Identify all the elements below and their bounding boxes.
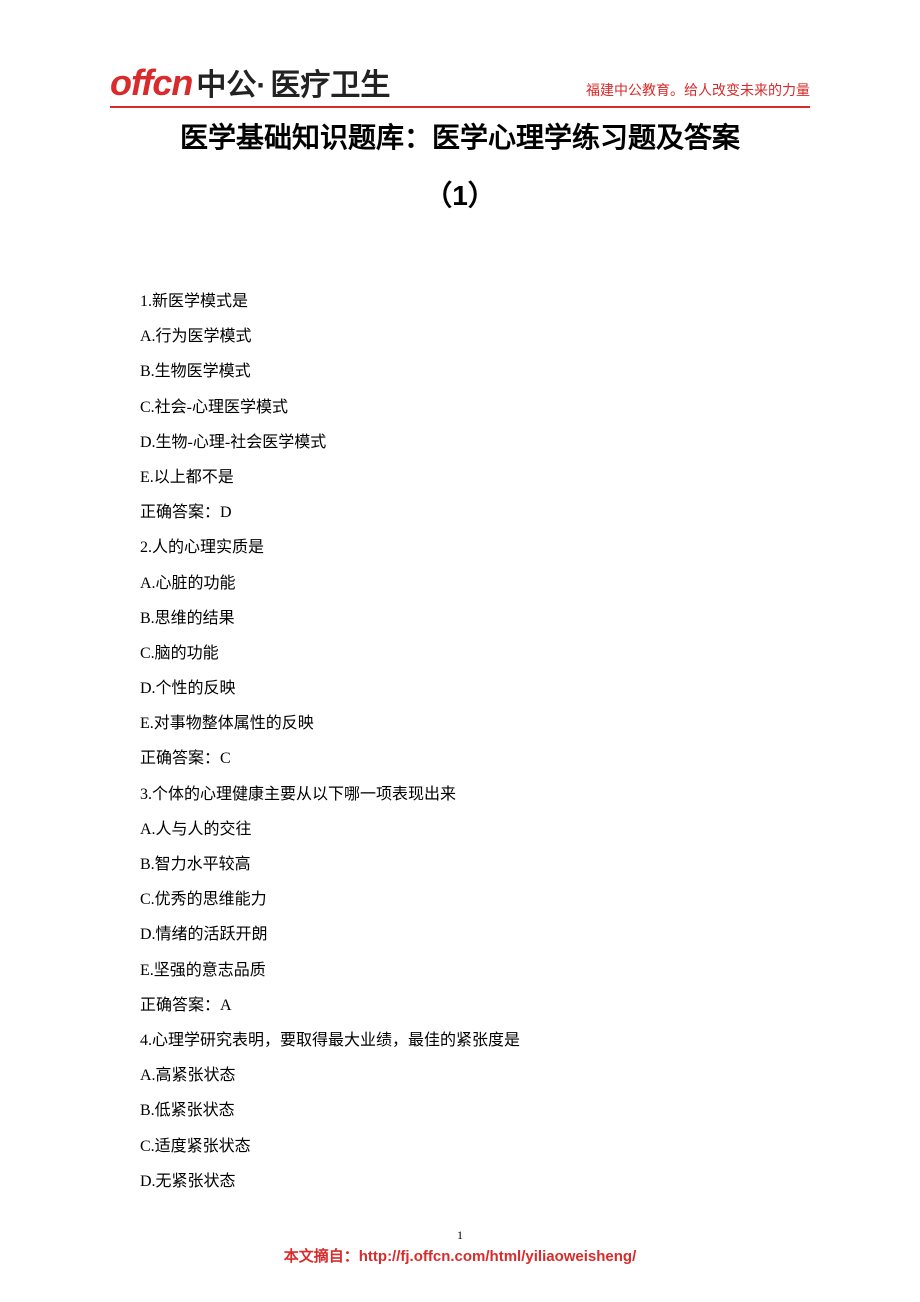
footer-source: 本文摘自：http://fj.offcn.com/html/yiliaoweis… [0, 1245, 920, 1266]
question-option: B.智力水平较高 [140, 847, 810, 882]
question-option: C.社会-心理医学模式 [140, 390, 810, 425]
question-option: A.人与人的交往 [140, 812, 810, 847]
logo-en-text: offcn [110, 62, 192, 104]
question-answer: 正确答案：D [140, 495, 810, 530]
question-stem: 4.心理学研究表明，要取得最大业绩，最佳的紧张度是 [140, 1023, 810, 1058]
question-option: D.无紧张状态 [140, 1164, 810, 1199]
question-option: D.生物-心理-社会医学模式 [140, 425, 810, 460]
footer-url: http://fj.offcn.com/html/yiliaoweisheng/ [359, 1248, 637, 1265]
question-option: D.情绪的活跃开朗 [140, 917, 810, 952]
question-option: A.高紧张状态 [140, 1058, 810, 1093]
question-option: C.脑的功能 [140, 636, 810, 671]
question-stem: 2.人的心理实质是 [140, 530, 810, 565]
question-option: B.思维的结果 [140, 601, 810, 636]
logo: offcn 中公· 医疗卫生 [110, 60, 390, 104]
question-option: C.优秀的思维能力 [140, 882, 810, 917]
logo-cn-text: 中公· [196, 60, 266, 104]
question-answer: 正确答案：C [140, 741, 810, 776]
page-subtitle: （1） [110, 174, 810, 214]
question-option: E.对事物整体属性的反映 [140, 706, 810, 741]
logo-sub-text: 医疗卫生 [270, 60, 390, 104]
header-bar: offcn 中公· 医疗卫生 福建中公教育。给人改变未来的力量 [110, 60, 810, 108]
question-option: D.个性的反映 [140, 671, 810, 706]
question-answer: 正确答案：A [140, 988, 810, 1023]
question-option: B.生物医学模式 [140, 354, 810, 389]
question-option: E.坚强的意志品质 [140, 953, 810, 988]
page-title: 医学基础知识题库：医学心理学练习题及答案 [110, 116, 810, 156]
question-option: C.适度紧张状态 [140, 1129, 810, 1164]
page-number: 1 [0, 1228, 920, 1243]
question-stem: 3.个体的心理健康主要从以下哪一项表现出来 [140, 777, 810, 812]
footer: 1 本文摘自：http://fj.offcn.com/html/yiliaowe… [0, 1228, 920, 1266]
question-stem: 1.新医学模式是 [140, 284, 810, 319]
footer-label: 本文摘自： [284, 1249, 359, 1265]
question-option: B.低紧张状态 [140, 1093, 810, 1128]
question-option: A.行为医学模式 [140, 319, 810, 354]
page-container: offcn 中公· 医疗卫生 福建中公教育。给人改变未来的力量 医学基础知识题库… [0, 0, 920, 1302]
question-option: A.心脏的功能 [140, 566, 810, 601]
header-right-text: 福建中公教育。给人改变未来的力量 [586, 80, 810, 104]
content-body: 1.新医学模式是 A.行为医学模式 B.生物医学模式 C.社会-心理医学模式 D… [110, 284, 810, 1199]
question-option: E.以上都不是 [140, 460, 810, 495]
